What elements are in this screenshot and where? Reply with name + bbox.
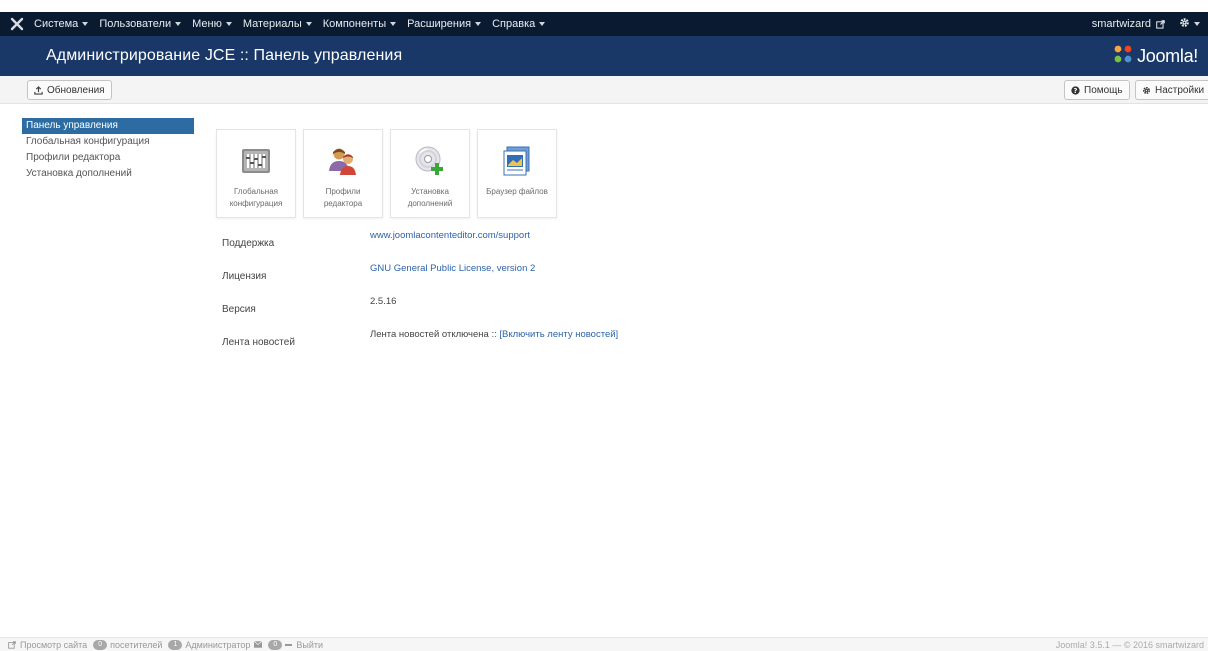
users-icon xyxy=(326,144,360,178)
caret-down-icon xyxy=(305,22,312,26)
menu-help[interactable]: Справка xyxy=(492,18,546,30)
joomla-brand: Joomla! xyxy=(1113,44,1198,69)
menu-extensions[interactable]: Расширения xyxy=(407,18,482,30)
caret-down-icon xyxy=(175,22,182,26)
menu-system[interactable]: Система xyxy=(34,18,89,30)
sidebar-item-global-config[interactable]: Глобальная конфигурация xyxy=(22,134,194,150)
install-icon xyxy=(413,144,447,178)
info-row-license: Лицензия GNU General Public License, ver… xyxy=(222,259,922,292)
joomla-logo-icon xyxy=(1113,44,1133,69)
card-label: Браузер файлов xyxy=(486,187,548,196)
support-label: Поддержка xyxy=(222,238,275,249)
top-navbar: Система Пользователи Меню Материалы Комп… xyxy=(0,12,1208,36)
updates-button[interactable]: Обновления xyxy=(27,80,112,100)
card-label: Глобальная конфигурация xyxy=(229,187,283,208)
caret-down-icon xyxy=(225,22,232,26)
admins-badge: 1 xyxy=(168,639,183,650)
visitors-status[interactable]: 0 посетителей xyxy=(93,639,162,650)
caret-down-icon xyxy=(390,22,397,26)
menu-menus[interactable]: Меню xyxy=(192,18,232,30)
gear-icon xyxy=(1142,86,1151,95)
gear-icon xyxy=(1179,17,1190,31)
settings-button[interactable]: Настройки xyxy=(1135,80,1208,100)
messages-badge: 0 xyxy=(268,639,283,650)
card-editor-profiles[interactable]: Профили редактора xyxy=(303,129,383,218)
joomla-mark-icon[interactable] xyxy=(0,17,34,31)
caret-down-icon xyxy=(539,22,546,26)
info-table: Поддержка www.joomlacontenteditor.com/su… xyxy=(222,226,922,358)
menu-content[interactable]: Материалы xyxy=(243,18,312,30)
version-value: 2.5.16 xyxy=(370,296,397,307)
caret-down-icon xyxy=(475,22,482,26)
sidebar-item-install-addons[interactable]: Установка дополнений xyxy=(22,166,194,182)
support-value: www.joomlacontenteditor.com/support xyxy=(370,230,530,241)
external-link-icon xyxy=(1156,19,1165,29)
sidebar-item-editor-profiles[interactable]: Профили редактора xyxy=(22,150,194,166)
logout-link[interactable]: Выйти xyxy=(296,640,323,650)
file-browser-icon xyxy=(500,144,534,178)
sidebar-item-dashboard[interactable]: Панель управления xyxy=(22,118,194,134)
news-value: Лента новостей отключена :: [Включить ле… xyxy=(370,329,618,340)
card-global-config[interactable]: Глобальная конфигурация xyxy=(216,129,296,218)
info-row-version: Версия 2.5.16 xyxy=(222,292,922,325)
site-user-link[interactable]: smartwizard xyxy=(1092,18,1165,30)
info-row-support: Поддержка www.joomlacontenteditor.com/su… xyxy=(222,226,922,259)
menu-users[interactable]: Пользователи xyxy=(99,18,182,30)
quick-icons: Глобальная конфигурация Профили редактора xyxy=(216,129,564,218)
card-file-browser[interactable]: Браузер файлов xyxy=(477,129,557,218)
visitors-badge: 0 xyxy=(93,639,108,650)
status-left: Просмотр сайта 0 посетителей 1 Администр… xyxy=(0,639,329,650)
news-status: Лента новостей отключена :: xyxy=(370,329,497,340)
license-label: Лицензия xyxy=(222,271,267,282)
minus-icon xyxy=(285,643,293,646)
main-menu: Система Пользователи Меню Материалы Комп… xyxy=(34,18,556,30)
question-icon: ? xyxy=(1071,85,1080,95)
external-link-icon xyxy=(8,640,16,649)
caret-down-icon xyxy=(1194,22,1200,26)
sidebar: Панель управления Глобальная конфигураци… xyxy=(22,118,194,182)
status-bar: Просмотр сайта 0 посетителей 1 Администр… xyxy=(0,637,1208,651)
menu-components[interactable]: Компоненты xyxy=(323,18,397,30)
page-title: Администрирование JCE :: Панель управлен… xyxy=(46,47,403,64)
copyright-text: Joomla! 3.5.1 — © 2016 smartwizard xyxy=(1055,639,1204,650)
upload-icon xyxy=(34,85,43,95)
admins-status[interactable]: 1 Администратор xyxy=(168,639,263,650)
enable-news-link[interactable]: [Включить ленту новостей] xyxy=(499,329,618,340)
license-link[interactable]: GNU General Public License, version 2 xyxy=(370,263,535,274)
envelope-icon xyxy=(254,641,263,648)
card-install-addons[interactable]: Установка дополнений xyxy=(390,129,470,218)
version-label: Версия xyxy=(222,304,256,315)
support-link[interactable]: www.joomlacontenteditor.com/support xyxy=(370,230,530,241)
app-root: Система Пользователи Меню Материалы Комп… xyxy=(0,0,1208,651)
license-value: GNU General Public License, version 2 xyxy=(370,263,535,274)
info-row-news: Лента новостей Лента новостей отключена … xyxy=(222,325,922,358)
card-label: Профили редактора xyxy=(323,187,363,208)
page-header: Администрирование JCE :: Панель управлен… xyxy=(0,36,1208,76)
config-icon xyxy=(239,144,273,178)
svg-text:?: ? xyxy=(1074,87,1078,95)
user-settings-menu[interactable] xyxy=(1179,17,1200,31)
toolbar: Обновления ? Помощь Настройки xyxy=(0,76,1208,104)
nav-right: smartwizard xyxy=(1092,17,1208,31)
card-label: Установка дополнений xyxy=(407,187,453,208)
news-label: Лента новостей xyxy=(222,337,295,348)
help-button[interactable]: ? Помощь xyxy=(1064,80,1130,100)
caret-down-icon xyxy=(82,22,89,26)
messages-status[interactable]: 0 Выйти xyxy=(268,639,323,650)
view-site-link[interactable]: Просмотр сайта xyxy=(8,640,87,650)
